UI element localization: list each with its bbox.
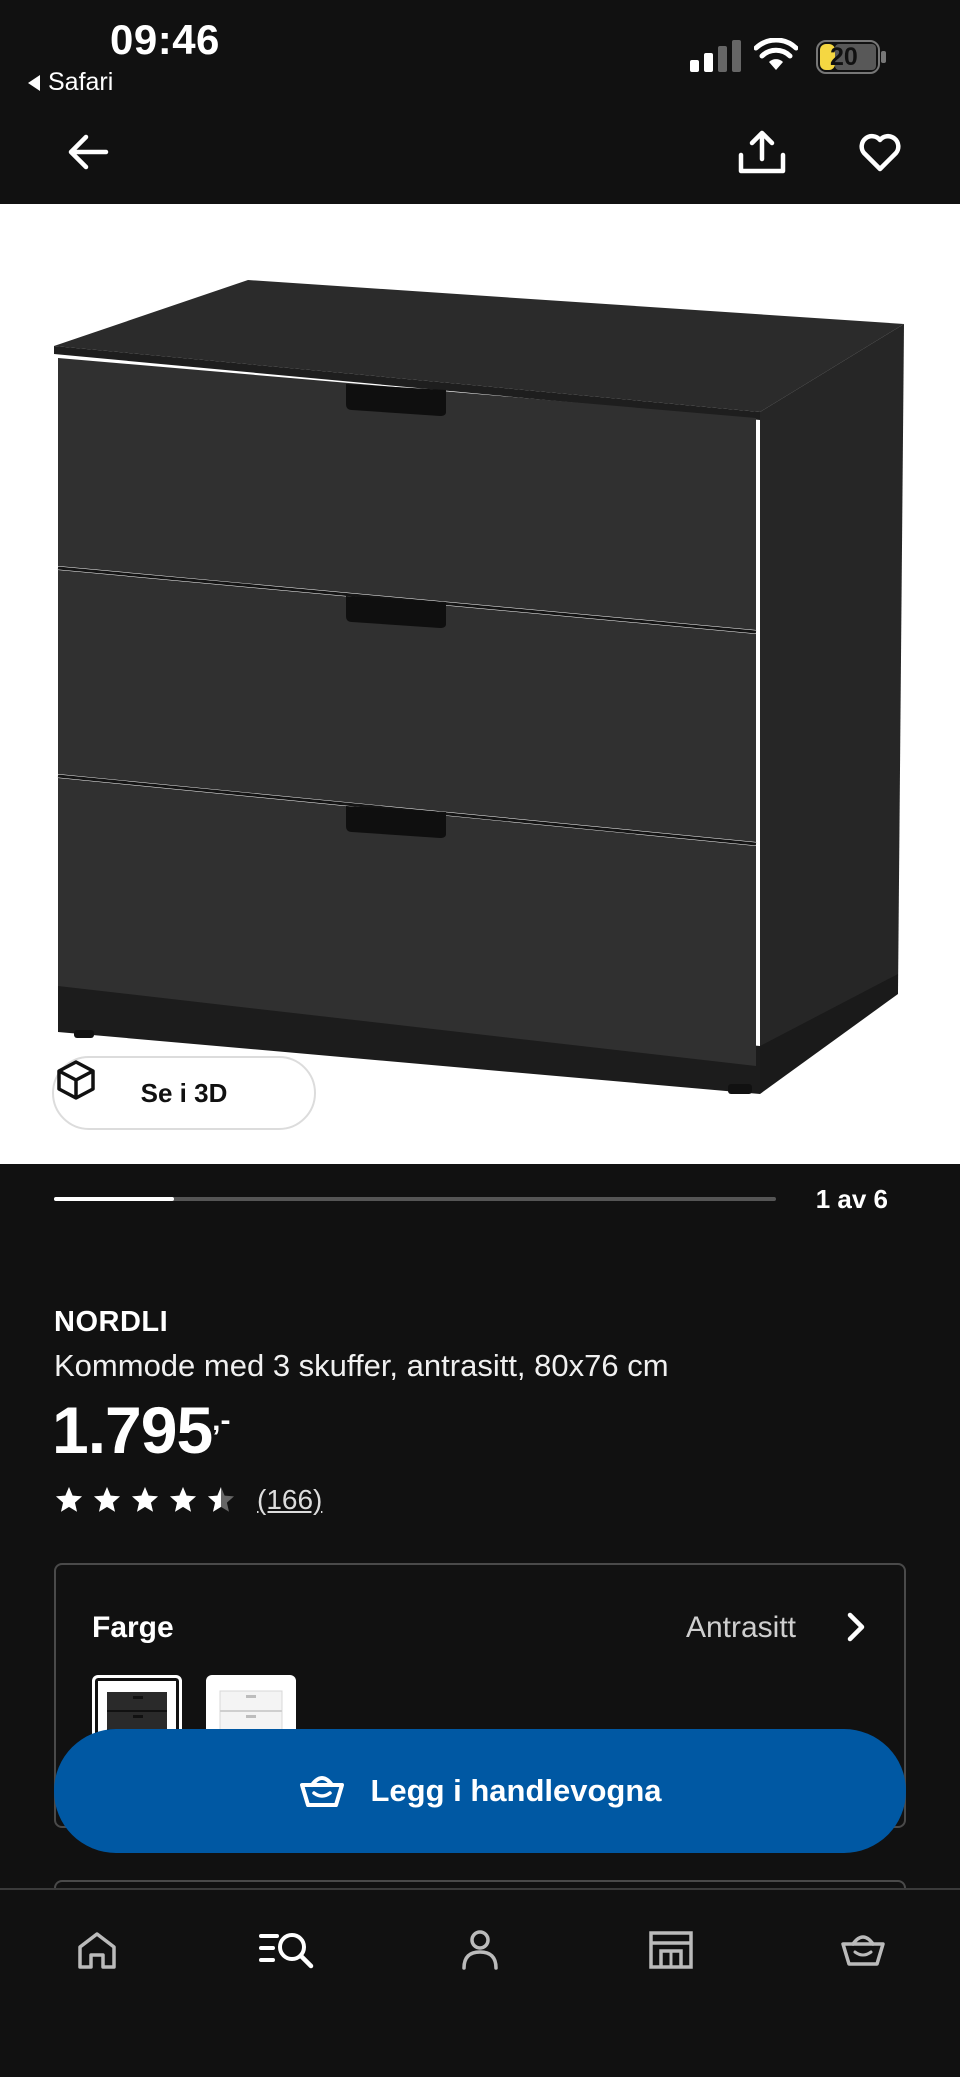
price-main: 1.795: [52, 1393, 213, 1467]
add-to-cart-label: Legg i handlevogna: [370, 1773, 662, 1808]
product-description: Kommode med 3 skuffer, antrasitt, 80x76 …: [54, 1348, 669, 1383]
back-button[interactable]: [58, 122, 118, 182]
add-to-cart-button[interactable]: Legg i handlevogna: [54, 1729, 906, 1853]
product-price: 1.795,-: [52, 1392, 231, 1468]
cube-3d-icon: [57, 1060, 95, 1100]
store-icon: [649, 1931, 693, 1969]
tab-cart[interactable]: [828, 1920, 898, 1980]
tab-search[interactable]: [252, 1920, 322, 1980]
color-label: Farge: [92, 1611, 174, 1644]
home-icon: [78, 1932, 116, 1969]
price-suffix: ,-: [212, 1404, 231, 1437]
heart-icon: [859, 133, 901, 172]
back-to-safari-link[interactable]: Safari: [28, 68, 113, 97]
favorite-button[interactable]: [850, 122, 910, 182]
star-full-icon: [56, 1487, 82, 1512]
rating-stars: [54, 1485, 236, 1515]
cellular-signal-icon: [690, 40, 741, 72]
star-full-icon: [170, 1487, 196, 1512]
wifi-icon: [754, 38, 798, 70]
view-3d-button[interactable]: Se i 3D: [52, 1056, 316, 1130]
product-rating[interactable]: (166): [54, 1484, 322, 1516]
back-triangle-icon: [28, 74, 40, 91]
color-selected-value: Antrasitt: [685, 1611, 796, 1644]
gallery-progress-bar: [54, 1197, 776, 1201]
view-3d-label: Se i 3D: [140, 1077, 228, 1108]
back-app-label: Safari: [48, 68, 114, 96]
search-list-icon: [259, 1933, 314, 1969]
nav-bar: [0, 100, 960, 204]
star-full-icon: [132, 1487, 158, 1512]
tab-stores[interactable]: [636, 1920, 706, 1980]
basket-icon: [300, 1776, 345, 1807]
rating-count-link[interactable]: (166): [257, 1484, 322, 1516]
tab-profile[interactable]: [445, 1920, 515, 1980]
profile-icon: [462, 1930, 498, 1970]
tab-home[interactable]: [62, 1920, 132, 1980]
gallery-progress-fill: [54, 1197, 175, 1201]
cart-icon: [841, 1935, 885, 1966]
share-button[interactable]: [732, 122, 792, 182]
arrow-left-icon: [68, 134, 109, 170]
share-icon: [738, 130, 786, 174]
battery-level-text: 20: [830, 43, 858, 71]
star-half-icon: [208, 1487, 234, 1512]
status-time: 09:46: [110, 16, 220, 63]
product-image-gallery[interactable]: Se i 3D: [0, 204, 960, 1164]
status-bar: 09:46 Safari 20: [0, 0, 960, 100]
chevron-right-icon: [847, 1612, 865, 1642]
star-full-icon: [94, 1487, 120, 1512]
product-image: [54, 280, 904, 1094]
gallery-pager-label: 1 av 6: [815, 1184, 888, 1214]
product-brand: NORDLI: [54, 1306, 169, 1338]
bottom-tab-bar: [0, 1888, 960, 2077]
battery-icon: 20: [816, 40, 888, 74]
